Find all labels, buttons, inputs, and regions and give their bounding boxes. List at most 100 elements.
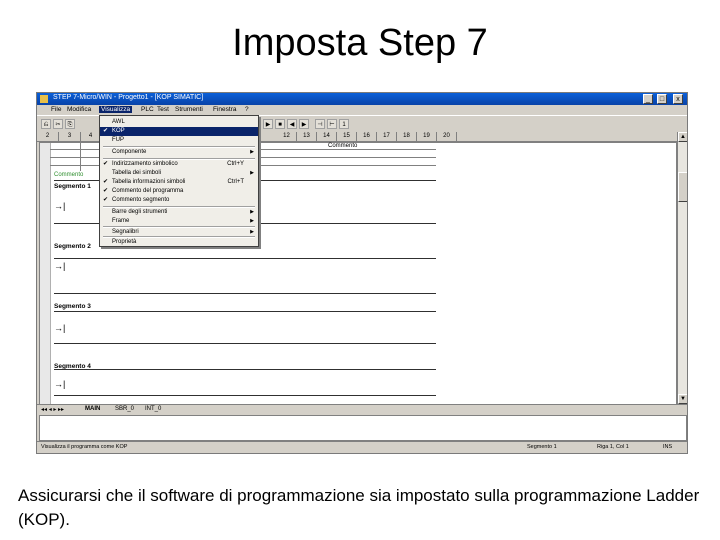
tab-nav-arrows-icon[interactable]: ◂◂ ◂ ▸ ▸▸ xyxy=(41,406,64,413)
ruler-cell: 17 xyxy=(377,132,397,141)
toolbar-button-copy[interactable]: ⎘ xyxy=(65,119,75,129)
window-title: STEP 7-Micro/WIN - Progetto1 - [KOP SIMA… xyxy=(53,94,204,101)
segment-separator xyxy=(54,311,436,312)
ruler-cell: 15 xyxy=(337,132,357,141)
menu-item-fup[interactable]: FUP xyxy=(100,136,258,145)
segment-comment[interactable]: Commento xyxy=(54,172,83,178)
close-button[interactable]: x xyxy=(673,94,683,104)
checkmark-icon: ✔ xyxy=(103,197,109,203)
menu-item-shortcut: Ctrl+Y xyxy=(227,161,244,167)
menu-test[interactable]: Test xyxy=(157,106,169,113)
menu-item-frame[interactable]: Frame ▶ xyxy=(100,217,258,226)
submenu-arrow-icon: ▶ xyxy=(250,218,254,224)
menu-help[interactable]: ? xyxy=(245,106,249,113)
scroll-up-icon[interactable]: ▲ xyxy=(678,132,687,142)
program-tabs: ◂◂ ◂ ▸ ▸▸ MAIN SBR_0 INT_0 xyxy=(37,404,687,415)
menu-item-label: FUP xyxy=(112,137,124,143)
menu-item-commento-segmento[interactable]: ✔ Commento segmento xyxy=(100,196,258,205)
ruler-cell: 3 xyxy=(59,132,81,141)
ruler-cell: 18 xyxy=(397,132,417,141)
menu-item-label: Barre degli strumenti xyxy=(112,209,168,215)
segment-separator xyxy=(54,395,436,396)
minimize-button[interactable]: _ xyxy=(643,94,653,104)
menu-item-commento-del-programma[interactable]: ✔ Commento del programma xyxy=(100,187,258,196)
segment-label[interactable]: Segmento 1 xyxy=(54,183,91,190)
vertical-scrollbar[interactable]: ▲ ▼ xyxy=(677,132,687,404)
toolbar-button-run[interactable]: ▶ xyxy=(263,119,273,129)
visualizza-dropdown-menu: AWL ✔ KOP FUP Componente ▶ ✔ Indirizzamento sim… xyxy=(99,115,259,247)
tab-sbr0[interactable]: SBR_0 xyxy=(115,406,134,412)
menu-item-label: Commento del programma xyxy=(112,188,184,194)
menu-item-label: Tabella informazioni simboli xyxy=(112,179,186,185)
status-mode: INS xyxy=(663,444,673,450)
ruler-cell: 4 xyxy=(81,132,101,141)
menu-item-label: Frame xyxy=(112,218,130,224)
menu-file[interactable]: File xyxy=(51,106,61,113)
checkmark-icon: ✔ xyxy=(103,128,109,134)
ladder-contact[interactable]: →| xyxy=(54,201,65,211)
checkmark-icon: ✔ xyxy=(103,161,109,167)
menu-item-indirizzamento-simbolico[interactable]: ✔ Indirizzamento simbolico Ctrl+Y xyxy=(100,160,258,169)
toolbar-button-stop[interactable]: ■ xyxy=(275,119,285,129)
segment-separator xyxy=(54,343,436,344)
menu-item-kop[interactable]: ✔ KOP xyxy=(100,127,258,136)
screenshot-window: STEP 7-Micro/WIN - Progetto1 - [KOP SIMA… xyxy=(36,92,688,454)
comment-header: Commento xyxy=(328,143,358,149)
menu-item-awl[interactable]: AWL xyxy=(100,118,258,127)
menu-item-propriet[interactable]: Proprietà xyxy=(100,238,258,247)
status-message: Visualizza il programma come KOP xyxy=(41,444,128,450)
menu-item-componente[interactable]: Componente ▶ xyxy=(100,148,258,157)
status-row-col: Riga 1, Col 1 xyxy=(597,444,629,450)
menu-item-label: AWL xyxy=(112,119,125,125)
scroll-thumb[interactable] xyxy=(678,172,687,202)
menu-bar: File Modifica Visualizza PLC Test Strume… xyxy=(37,105,687,115)
menu-item-barre-degli-strumenti[interactable]: Barre degli strumenti ▶ xyxy=(100,208,258,217)
toolbar-button-box[interactable]: 1 xyxy=(339,119,349,129)
ruler-cell: 13 xyxy=(297,132,317,141)
ruler-cell: 19 xyxy=(417,132,437,141)
menu-visualizza[interactable]: Visualizza xyxy=(99,106,133,113)
app-icon xyxy=(40,95,48,103)
left-margin xyxy=(40,143,51,405)
ruler-cell: 20 xyxy=(437,132,457,141)
ladder-contact[interactable]: →| xyxy=(54,379,65,389)
ladder-contact[interactable]: →| xyxy=(54,261,65,271)
checkmark-icon: ✔ xyxy=(103,179,109,185)
toolbar-button-undo[interactable]: ⎌ xyxy=(41,119,51,129)
menu-modifica[interactable]: Modifica xyxy=(67,106,91,113)
segment-separator xyxy=(54,293,436,294)
menu-strumenti[interactable]: Strumenti xyxy=(175,106,203,113)
ruler-cell: 12 xyxy=(277,132,297,141)
title-bar: STEP 7-Micro/WIN - Progetto1 - [KOP SIMA… xyxy=(37,93,687,105)
menu-finestra[interactable]: Finestra xyxy=(213,106,236,113)
toolbar-button-cut[interactable]: ✂ xyxy=(53,119,63,129)
menu-item-label: KOP xyxy=(112,128,125,134)
ruler-cell: 14 xyxy=(317,132,337,141)
output-window[interactable] xyxy=(39,415,687,441)
menu-item-tabella-dei-simboli[interactable]: Tabella dei simboli ▶ xyxy=(100,169,258,178)
segment-separator xyxy=(54,369,436,370)
ladder-contact[interactable]: →| xyxy=(54,323,65,333)
status-bar: Visualizza il programma come KOP Segment… xyxy=(37,441,687,453)
menu-item-tabella-informazioni-simboli[interactable]: ✔ Tabella informazioni simboli Ctrl+T xyxy=(100,178,258,187)
submenu-arrow-icon: ▶ xyxy=(250,149,254,155)
menu-item-label: Tabella dei simboli xyxy=(112,170,162,176)
menu-item-label: Proprietà xyxy=(112,239,137,245)
grid-vline xyxy=(80,143,81,171)
toolbar-button-next[interactable]: ▶ xyxy=(299,119,309,129)
ruler-cell: 16 xyxy=(357,132,377,141)
tab-main[interactable]: MAIN xyxy=(85,406,100,412)
menu-item-label: Componente xyxy=(112,149,147,155)
toolbar-button-prev[interactable]: ◀ xyxy=(287,119,297,129)
scroll-down-icon[interactable]: ▼ xyxy=(678,394,687,404)
segment-label[interactable]: Segmento 3 xyxy=(54,303,91,310)
menu-item-shortcut: Ctrl+T xyxy=(227,179,245,185)
segment-label[interactable]: Segmento 2 xyxy=(54,243,91,250)
toolbar-button-coil[interactable]: ⊢ xyxy=(327,119,337,129)
menu-plc[interactable]: PLC xyxy=(141,106,154,113)
slide-title: Imposta Step 7 xyxy=(232,22,488,64)
tab-int0[interactable]: INT_0 xyxy=(145,406,161,412)
toolbar-button-contact[interactable]: ⊣ xyxy=(315,119,325,129)
ruler-cell: 2 xyxy=(37,132,59,141)
maximize-button[interactable]: □ xyxy=(657,94,667,104)
